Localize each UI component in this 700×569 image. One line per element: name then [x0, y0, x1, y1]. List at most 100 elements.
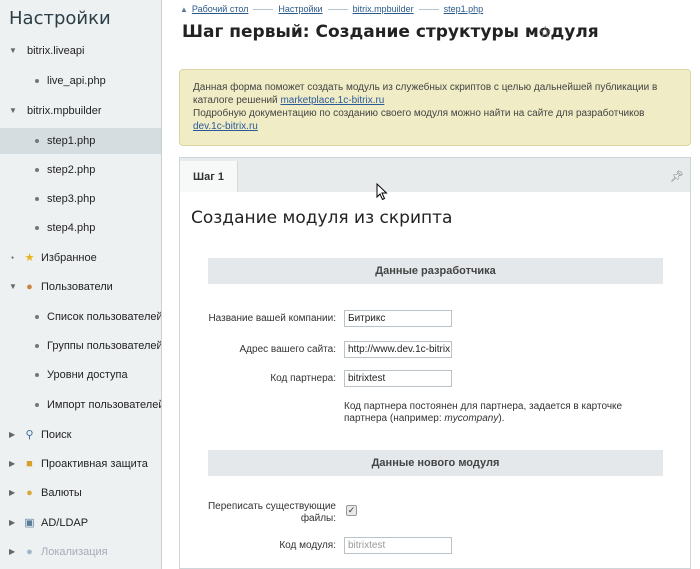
- breadcrumb: ▲ Рабочий стол Настройки bitrix.mpbuilde…: [180, 3, 483, 15]
- sidebar-item-label: step2.php: [47, 164, 96, 176]
- ldap-icon: ▣: [24, 517, 35, 529]
- sidebar-item[interactable]: ▶ ■ Проактивная защита: [0, 451, 161, 477]
- overwrite-label-line2: файлы:: [300, 513, 336, 524]
- marketplace-link[interactable]: marketplace.1c-bitrix.ru: [280, 95, 384, 106]
- sidebar-item-label: bitrix.liveapi: [27, 45, 85, 57]
- sidebar-item[interactable]: step2.php: [0, 157, 161, 183]
- company-input[interactable]: Битрикс: [344, 310, 452, 327]
- page-title: Шаг первый: Создание структуры модуля: [182, 22, 599, 42]
- sidebar-title: Настройки: [9, 8, 111, 29]
- breadcrumb-item-settings[interactable]: Настройки: [278, 4, 322, 14]
- favorite-star-icon[interactable]: ☆: [538, 22, 552, 42]
- sidebar-item-label: live_api.php: [47, 75, 106, 87]
- sidebar-item-label: step3.php: [47, 193, 96, 205]
- currency-icon: ●: [26, 486, 33, 499]
- tab-step1[interactable]: Шаг 1: [180, 161, 238, 193]
- sidebar-item-label: Пользователи: [41, 281, 113, 293]
- dev-site-link[interactable]: dev.1c-bitrix.ru: [193, 121, 258, 132]
- breadcrumb-up-icon[interactable]: ▲: [180, 5, 188, 14]
- sidebar-item[interactable]: ▶ ▣ AD/LDAP: [0, 510, 161, 536]
- pin-icon[interactable]: 📌︎: [670, 170, 684, 183]
- sidebar-item-label: Импорт пользователей: [47, 399, 162, 411]
- sidebar-item-label: bitrix.mpbuilder: [27, 105, 102, 117]
- form-panel: Создание модуля из скрипта Данные разраб…: [179, 192, 691, 569]
- notice-text-1: Данная форма поможет создать модуль из с…: [193, 82, 658, 106]
- bullet-icon: [35, 197, 39, 201]
- bullet-icon: [35, 168, 39, 172]
- bullet-icon: [35, 403, 39, 407]
- expand-caret-right-icon[interactable]: ▶: [9, 547, 15, 556]
- sidebar-item-label: step1.php: [47, 135, 96, 147]
- sidebar: Настройки ▼ bitrix.liveapi live_api.php ▼ bi…: [0, 0, 162, 569]
- sidebar-item-label: Поиск: [41, 429, 72, 441]
- sidebar-item-label: Избранное: [41, 252, 97, 264]
- bullet-icon: [35, 139, 39, 143]
- expand-caret-right-icon[interactable]: ▶: [9, 459, 15, 468]
- partner-code-input[interactable]: bitrixtest: [344, 370, 452, 387]
- sidebar-item-label: Список пользователей: [47, 311, 162, 323]
- sidebar-item[interactable]: ▼ bitrix.mpbuilder: [0, 98, 161, 124]
- sidebar-item[interactable]: ▶ ● Локализация: [0, 539, 161, 565]
- globe-icon: ●: [26, 545, 33, 558]
- expand-caret-right-icon[interactable]: ▶: [9, 488, 15, 497]
- sidebar-item[interactable]: Группы пользователей: [0, 333, 161, 359]
- module-code-label: Код модуля:: [279, 540, 336, 551]
- partner-hint-end: ).: [498, 413, 505, 424]
- sidebar-item-label: Проактивная защита: [41, 458, 148, 470]
- sidebar-item-label: Валюты: [41, 487, 82, 499]
- expand-caret-right-icon[interactable]: ▶: [9, 430, 15, 439]
- breadcrumb-separator: [418, 8, 439, 10]
- sidebar-item[interactable]: Список пользователей: [0, 304, 161, 330]
- sidebar-item[interactable]: Импорт пользователей: [0, 392, 161, 418]
- expand-caret-down-icon[interactable]: ▼: [9, 106, 17, 115]
- sidebar-item[interactable]: ● ★ Избранное: [0, 245, 161, 271]
- bullet-icon: [35, 226, 39, 230]
- bullet-icon: [35, 79, 39, 83]
- partner-hint-example: mycompany: [444, 413, 499, 424]
- expand-caret-down-icon[interactable]: ▼: [9, 282, 17, 291]
- partner-label: Код партнера:: [270, 373, 336, 384]
- partner-hint: Код партнера постоянен для партнера, зад…: [344, 401, 664, 425]
- breadcrumb-item-desktop[interactable]: Рабочий стол: [192, 4, 249, 14]
- module-section-header: Данные нового модуля: [208, 450, 663, 476]
- sidebar-item[interactable]: step3.php: [0, 186, 161, 212]
- overwrite-checkbox[interactable]: ✓: [346, 505, 357, 516]
- site-label: Адрес вашего сайта:: [239, 344, 336, 355]
- sidebar-item[interactable]: step4.php: [0, 215, 161, 241]
- breadcrumb-item-step1[interactable]: step1.php: [444, 4, 484, 14]
- expand-caret-right-icon[interactable]: ▶: [9, 518, 15, 527]
- breadcrumb-separator: [327, 8, 348, 10]
- lock-icon: ■: [26, 457, 33, 470]
- bullet-icon: [35, 373, 39, 377]
- tab-bar: Шаг 1 📌︎: [179, 157, 691, 193]
- expand-caret-down-icon[interactable]: ▼: [9, 46, 17, 55]
- sidebar-item[interactable]: live_api.php: [0, 68, 161, 94]
- overwrite-label-line1: Переписать существующие: [207, 501, 336, 512]
- sidebar-item[interactable]: ▶ ⚲ Поиск: [0, 422, 161, 448]
- sidebar-item[interactable]: ▶ ● Валюты: [0, 480, 161, 506]
- sidebar-item-label: Уровни доступа: [47, 369, 128, 381]
- mouse-cursor-icon: [376, 183, 388, 201]
- search-icon: ⚲: [25, 429, 34, 441]
- company-label: Название вашей компании:: [208, 313, 336, 324]
- sidebar-item[interactable]: ▼ bitrix.liveapi: [0, 38, 161, 64]
- sidebar-item-label: step4.php: [47, 222, 96, 234]
- star-icon: ★: [24, 252, 35, 264]
- site-input[interactable]: http://www.dev.1c-bitrix.: [344, 341, 452, 358]
- sidebar-item[interactable]: step1.php: [0, 128, 161, 154]
- breadcrumb-item-mpbuilder[interactable]: bitrix.mpbuilder: [353, 4, 414, 14]
- user-icon: ●: [26, 280, 33, 293]
- panel-heading: Создание модуля из скрипта: [191, 208, 453, 228]
- sidebar-item[interactable]: Уровни доступа: [0, 362, 161, 388]
- sidebar-item[interactable]: ▼ ● Пользователи: [0, 274, 161, 300]
- sidebar-item-label: Группы пользователей: [47, 340, 162, 352]
- bullet-icon[interactable]: ●: [11, 255, 14, 261]
- developer-section-header: Данные разработчика: [208, 258, 663, 284]
- sidebar-item-label: AD/LDAP: [41, 517, 89, 529]
- sidebar-item-label: Локализация: [41, 546, 108, 558]
- notice-text-2: Подробную документацию по созданию своег…: [193, 108, 645, 119]
- breadcrumb-separator: [253, 8, 274, 10]
- bullet-icon: [35, 315, 39, 319]
- module-code-input[interactable]: bitrixtest: [344, 537, 452, 554]
- info-notice: Данная форма поможет создать модуль из с…: [179, 69, 691, 146]
